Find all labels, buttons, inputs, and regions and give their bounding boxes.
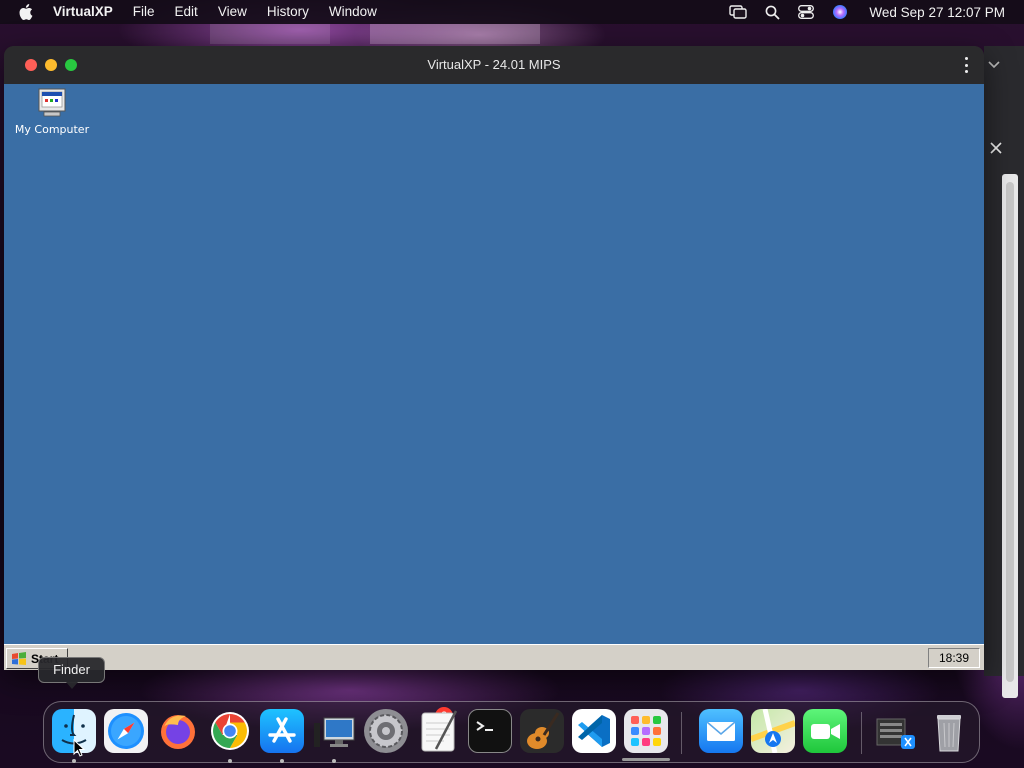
chrome-icon[interactable] bbox=[208, 709, 252, 753]
launchpad-icon[interactable] bbox=[624, 709, 668, 753]
running-indicator bbox=[280, 759, 284, 763]
maps-icon[interactable] bbox=[749, 708, 797, 754]
xp-taskbar: Start 18:39 bbox=[4, 644, 984, 670]
menu-file[interactable]: File bbox=[133, 0, 155, 24]
menu-view[interactable]: View bbox=[218, 0, 247, 24]
system-settings-icon[interactable] bbox=[364, 709, 408, 753]
running-indicator bbox=[228, 759, 232, 763]
scrollbar-thumb[interactable] bbox=[1006, 182, 1014, 682]
firefox-icon[interactable] bbox=[156, 709, 200, 753]
background-window[interactable] bbox=[984, 46, 1024, 698]
applications-folder-icon[interactable] bbox=[875, 709, 919, 753]
scrollbar[interactable] bbox=[1002, 174, 1018, 698]
screen-mirroring-icon[interactable] bbox=[729, 3, 748, 21]
menu-edit[interactable]: Edit bbox=[175, 0, 198, 24]
close-icon[interactable] bbox=[990, 142, 1002, 154]
facetime-icon[interactable] bbox=[803, 709, 847, 753]
textedit-icon[interactable] bbox=[416, 709, 460, 753]
virtualxp-window: VirtualXP - 24.01 MIPS My Computer 18:39 bbox=[4, 46, 984, 670]
chevron-down-icon[interactable] bbox=[987, 60, 1001, 70]
spotlight-search-icon[interactable] bbox=[763, 3, 781, 21]
more-options-icon[interactable] bbox=[962, 57, 970, 73]
dock-separator bbox=[681, 712, 682, 754]
windows-logo-icon bbox=[12, 651, 26, 665]
menu-window[interactable]: Window bbox=[329, 0, 377, 24]
menu-history[interactable]: History bbox=[267, 0, 309, 24]
my-computer-icon bbox=[36, 87, 68, 119]
app-store-icon[interactable] bbox=[260, 709, 304, 753]
garageband-icon[interactable] bbox=[520, 709, 564, 753]
dock-tooltip: Finder bbox=[38, 657, 105, 689]
dock-scroll-indicator bbox=[622, 758, 670, 761]
terminal-icon[interactable] bbox=[468, 709, 512, 753]
safari-icon[interactable] bbox=[104, 709, 148, 753]
control-center-icon[interactable] bbox=[797, 3, 815, 21]
taskbar-clock[interactable]: 18:39 bbox=[928, 648, 980, 668]
menu-app-name[interactable]: VirtualXP bbox=[53, 0, 113, 24]
window-title: VirtualXP - 24.01 MIPS bbox=[427, 57, 561, 72]
vscode-icon[interactable] bbox=[572, 709, 616, 753]
running-indicator bbox=[72, 759, 76, 763]
desktop-icon-my-computer[interactable]: My Computer bbox=[12, 87, 92, 136]
mail-icon[interactable] bbox=[699, 709, 743, 753]
window-titlebar[interactable]: VirtualXP - 24.01 MIPS bbox=[4, 46, 984, 84]
xp-desktop[interactable]: My Computer bbox=[4, 84, 984, 644]
dock-separator bbox=[861, 712, 862, 754]
running-indicator bbox=[332, 759, 336, 763]
virtualxp-icon[interactable] bbox=[312, 709, 356, 753]
trash-icon[interactable] bbox=[927, 709, 971, 753]
desktop-icon-label: My Computer bbox=[14, 123, 90, 136]
apple-icon[interactable] bbox=[19, 0, 35, 24]
menu-bar: VirtualXP File Edit View History Window … bbox=[0, 0, 1024, 24]
menubar-clock[interactable]: Wed Sep 27 12:07 PM bbox=[869, 5, 1005, 20]
dock: 2 bbox=[43, 701, 980, 763]
mouse-cursor-icon bbox=[73, 739, 85, 757]
siri-icon[interactable] bbox=[831, 3, 849, 21]
